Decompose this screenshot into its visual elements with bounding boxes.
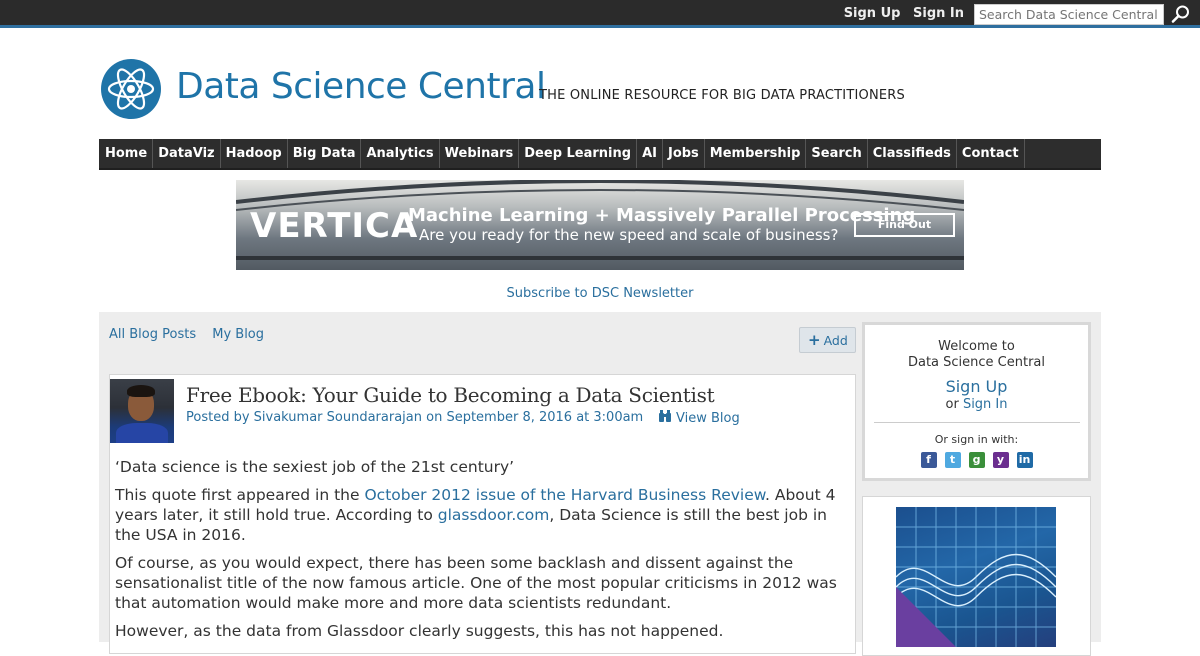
view-blog-link[interactable]: View Blog (658, 410, 740, 426)
main-nav: Home DataViz Hadoop Big Data Analytics Webina… (99, 139, 1101, 170)
my-blog-link[interactable]: My Blog (212, 327, 264, 342)
add-post-button[interactable]: + Add (799, 327, 856, 353)
newsletter-row: Subscribe to DSC Newsletter (0, 286, 1200, 301)
newsletter-link[interactable]: Subscribe to DSC Newsletter (507, 286, 694, 301)
search-input[interactable] (974, 4, 1164, 25)
nav-item-membership[interactable]: Membership (705, 139, 807, 168)
social-sign-in-icons: f t g y in (865, 452, 1088, 468)
post-paragraph: Of course, as you would expect, there ha… (115, 554, 837, 612)
nav-item-analytics[interactable]: Analytics (361, 139, 440, 168)
post-paragraph: This quote first appeared in the October… (115, 486, 836, 544)
account-links: Sign Up Sign In (836, 6, 964, 21)
nav-item-hadoop[interactable]: Hadoop (221, 139, 288, 168)
nav-item-search[interactable]: Search (806, 139, 868, 168)
divider (873, 422, 1080, 423)
twitter-icon[interactable]: t (944, 452, 961, 468)
site-tagline: THE ONLINE RESOURCE FOR BIG DATA PRACTIT… (539, 88, 905, 103)
nav-item-classifieds[interactable]: Classifieds (868, 139, 957, 168)
sign-in-widget: Welcome to Data Science Central Sign Up … (862, 322, 1091, 481)
yahoo-icon[interactable]: y (992, 452, 1009, 468)
nav-item-webinars[interactable]: Webinars (440, 139, 520, 168)
content-area: All Blog Posts My Blog + Add Free Ebook: … (99, 312, 1101, 656)
nav-item-jobs[interactable]: Jobs (663, 139, 705, 168)
site-name[interactable]: Data Science Central (176, 66, 546, 107)
top-bar: Sign Up Sign In (0, 0, 1200, 28)
wave-graphic (896, 507, 1056, 647)
sidebar-sign-in-link[interactable]: Sign In (963, 397, 1008, 412)
post-meta[interactable]: Posted by Sivakumar Soundararajan on Sep… (186, 410, 643, 425)
post-title[interactable]: Free Ebook: Your Guide to Becoming a Dat… (186, 383, 715, 407)
author-avatar[interactable] (110, 379, 174, 443)
ad-banner[interactable]: VERTICA Machine Learning + Massively Par… (236, 180, 964, 270)
post-paragraph: ‘Data science is the sexiest job of the … (115, 458, 515, 476)
banner-brand: VERTICA (250, 206, 419, 246)
nav-item-deep-learning[interactable]: Deep Learning (519, 139, 638, 168)
hbr-link[interactable]: October 2012 issue of the Harvard Busine… (364, 486, 765, 504)
nav-item-contact[interactable]: Contact (957, 139, 1025, 168)
linkedin-icon[interactable]: in (1016, 452, 1033, 468)
all-blog-posts-link[interactable]: All Blog Posts (109, 327, 196, 342)
blog-post: Free Ebook: Your Guide to Becoming a Dat… (109, 374, 856, 654)
banner-find-out-button[interactable]: Find Out (854, 213, 955, 237)
post-paragraph: However, as the data from Glassdoor clea… (115, 622, 724, 640)
nav-item-big-data[interactable]: Big Data (288, 139, 362, 168)
welcome-text: Welcome to Data Science Central (907, 339, 1046, 370)
facebook-icon[interactable]: f (920, 452, 937, 468)
view-blog-label: View Blog (676, 411, 740, 426)
nav-item-home[interactable]: Home (100, 139, 154, 168)
add-label: Add (823, 333, 848, 348)
sidebar-image-box (862, 496, 1091, 656)
nav-item-ai[interactable]: AI (637, 139, 663, 168)
blog-links: All Blog Posts My Blog (109, 327, 276, 342)
google-icon[interactable]: g (968, 452, 985, 468)
site-logo-icon[interactable] (100, 58, 162, 120)
plus-icon: + (808, 331, 821, 349)
post-body: ‘Data science is the sexiest job of the … (115, 457, 855, 649)
other-sign-in-label: Or sign in with: (934, 433, 1019, 446)
glassdoor-link[interactable]: glassdoor.com (438, 506, 550, 524)
banner-subline: Are you ready for the new speed and scal… (419, 226, 839, 244)
sidebar-promo-image[interactable] (896, 507, 1056, 647)
top-sign-up-link[interactable]: Sign Up (844, 6, 901, 21)
search-icon[interactable] (1171, 4, 1191, 24)
banner-headline: Machine Learning + Massively Parallel Pr… (408, 205, 916, 226)
sidebar-sign-up-link[interactable]: Sign Up (946, 377, 1008, 396)
or-sign-in-row: or Sign In (945, 397, 1008, 412)
nav-item-dataviz[interactable]: DataViz (153, 139, 221, 168)
binoculars-icon (659, 410, 671, 422)
nav-list: Home DataViz Hadoop Big Data Analytics Webina… (99, 139, 1101, 168)
top-sign-in-link[interactable]: Sign In (913, 6, 964, 21)
